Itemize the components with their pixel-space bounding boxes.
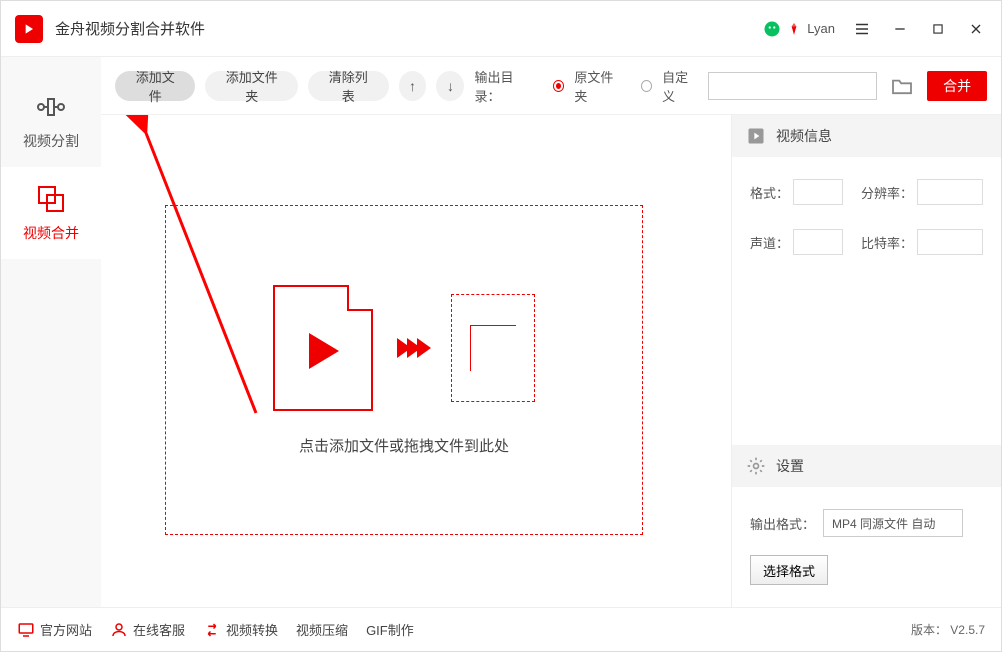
app-title: 金舟视频分割合并软件 xyxy=(55,18,205,39)
online-service-link[interactable]: 在线客服 xyxy=(110,620,185,639)
monitor-icon xyxy=(17,621,35,639)
play-square-icon xyxy=(746,126,766,146)
headset-icon xyxy=(110,621,128,639)
video-info-header: 视频信息 xyxy=(732,115,1001,157)
merge-button[interactable]: 合并 xyxy=(927,71,987,101)
vip-diamond-icon xyxy=(787,22,801,36)
output-dir-label: 输出目录： xyxy=(474,67,535,105)
resolution-value xyxy=(917,179,983,205)
drop-zone[interactable]: 点击添加文件或拖拽文件到此处 xyxy=(165,205,643,535)
arrows-icon xyxy=(397,338,427,358)
output-format-field[interactable]: MP4 同源文件 自动 xyxy=(823,509,963,537)
maximize-button[interactable] xyxy=(927,18,949,40)
folder-icon xyxy=(891,77,913,95)
radio-custom-label: 自定义 xyxy=(662,67,698,105)
resolution-label: 分辨率： xyxy=(861,183,913,202)
close-button[interactable] xyxy=(965,18,987,40)
official-site-link[interactable]: 官方网站 xyxy=(17,620,92,639)
radio-source-folder[interactable] xyxy=(553,80,564,92)
gif-maker-link[interactable]: GIF制作 xyxy=(366,620,414,639)
radio-custom-folder[interactable] xyxy=(641,80,652,92)
right-panel: 视频信息 格式： 分辨率： 声道： 比特率： 设置 xyxy=(731,115,1001,607)
video-compress-link[interactable]: 视频压缩 xyxy=(296,620,348,639)
toolbar: 添加文件 添加文件夹 清除列表 ↑ ↓ 输出目录： 原文件夹 自定义 合并 xyxy=(101,57,1001,115)
file-play-icon xyxy=(273,285,373,411)
clear-list-button[interactable]: 清除列表 xyxy=(308,71,388,101)
app-logo-icon xyxy=(15,15,43,43)
sidebar-item-merge[interactable]: 视频合并 xyxy=(1,167,101,259)
drop-hint: 点击添加文件或拖拽文件到此处 xyxy=(299,435,509,456)
move-down-button[interactable]: ↓ xyxy=(436,71,464,101)
gear-icon xyxy=(746,456,766,476)
video-info-title: 视频信息 xyxy=(776,126,832,146)
output-format-label: 输出格式： xyxy=(750,514,815,533)
format-value xyxy=(793,179,843,205)
settings-title: 设置 xyxy=(776,456,804,476)
title-bar: 金舟视频分割合并软件 Lyan xyxy=(1,1,1001,57)
footer: 官方网站 在线客服 视频转换 视频压缩 GIF制作 版本： V2.5.7 xyxy=(1,607,1001,651)
format-label: 格式： xyxy=(750,183,789,202)
sidebar-label-merge: 视频合并 xyxy=(23,223,79,243)
browse-folder-button[interactable] xyxy=(887,72,917,100)
user-name: Lyan xyxy=(807,21,835,36)
version-label: 版本： V2.5.7 xyxy=(911,621,985,638)
add-slot-icon xyxy=(451,294,535,402)
radio-source-label: 原文件夹 xyxy=(574,67,622,105)
add-folder-button[interactable]: 添加文件夹 xyxy=(205,71,298,101)
bitrate-value xyxy=(917,229,983,255)
settings-header: 设置 xyxy=(732,445,1001,487)
video-convert-link[interactable]: 视频转换 xyxy=(203,620,278,639)
output-path-input[interactable] xyxy=(708,72,877,100)
move-up-button[interactable]: ↑ xyxy=(399,71,427,101)
convert-icon xyxy=(203,621,221,639)
channel-value xyxy=(793,229,843,255)
sidebar-label-split: 视频分割 xyxy=(23,131,79,151)
add-file-button[interactable]: 添加文件 xyxy=(115,71,195,101)
minimize-button[interactable] xyxy=(889,18,911,40)
split-icon xyxy=(35,91,67,123)
wechat-icon xyxy=(763,20,781,38)
choose-format-button[interactable]: 选择格式 xyxy=(750,555,828,585)
sidebar: 视频分割 视频合并 xyxy=(1,57,101,607)
user-info[interactable]: Lyan xyxy=(763,20,835,38)
canvas-area: 点击添加文件或拖拽文件到此处 xyxy=(101,115,731,607)
menu-button[interactable] xyxy=(851,18,873,40)
bitrate-label: 比特率： xyxy=(861,233,913,252)
channel-label: 声道： xyxy=(750,233,789,252)
sidebar-item-split[interactable]: 视频分割 xyxy=(1,75,101,167)
merge-icon xyxy=(35,183,67,215)
